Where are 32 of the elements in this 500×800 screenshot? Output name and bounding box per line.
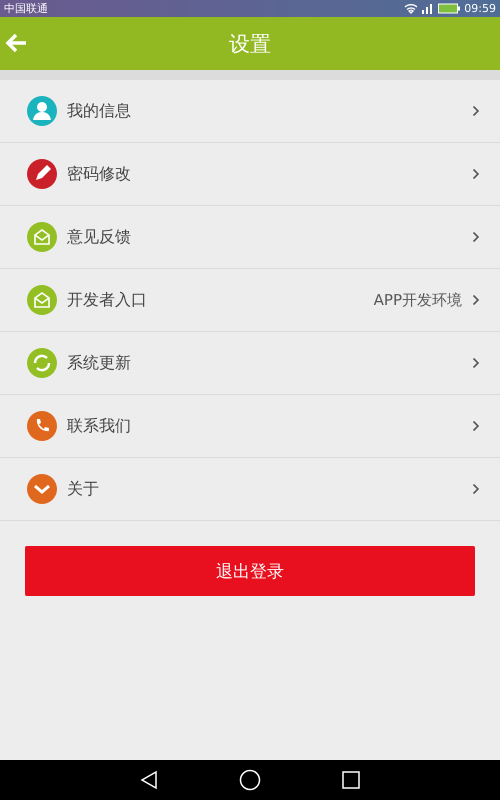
carrier-name: 中国联通 (4, 1, 48, 16)
row-label: 联系我们 (67, 416, 132, 436)
row-label: 开发者入口 (67, 290, 148, 310)
chevron-right-icon (472, 294, 480, 306)
back-nav-icon[interactable] (139, 770, 159, 790)
row-label: 关于 (67, 478, 100, 500)
status-time: 09:59 (464, 2, 496, 15)
settings-row[interactable]: 联系我们 (0, 395, 500, 458)
row-label: 密码修改 (67, 164, 132, 184)
row-value: APP开发环境 (374, 290, 462, 310)
settings-row[interactable]: 开发者入口 APP开发环境 (0, 269, 500, 332)
signal-icon (422, 3, 434, 14)
row-label: 我的信息 (67, 100, 132, 122)
chevron-right-icon (472, 483, 480, 495)
row-label: 意见反馈 (67, 226, 132, 248)
recents-nav-icon[interactable] (341, 770, 361, 790)
settings-row[interactable]: 系统更新 (0, 332, 500, 395)
chevron-right-icon (472, 357, 480, 369)
row-label: 系统更新 (67, 352, 132, 374)
chevron-right-icon (472, 168, 480, 180)
settings-row[interactable]: 关于 (0, 458, 500, 521)
wifi-icon (404, 3, 418, 14)
battery-icon (438, 3, 460, 14)
settings-row[interactable]: 密码修改 (0, 143, 500, 206)
settings-row[interactable]: 我的信息 (0, 80, 500, 143)
settings-row[interactable]: 意见反馈 (0, 206, 500, 269)
logout-button[interactable]: 退出登录 (25, 546, 475, 596)
chevron-right-icon (472, 420, 480, 432)
chevron-right-icon (472, 231, 480, 243)
chevron-right-icon (472, 105, 480, 117)
page-title: 设置 (229, 30, 271, 58)
home-nav-icon[interactable] (239, 769, 261, 791)
